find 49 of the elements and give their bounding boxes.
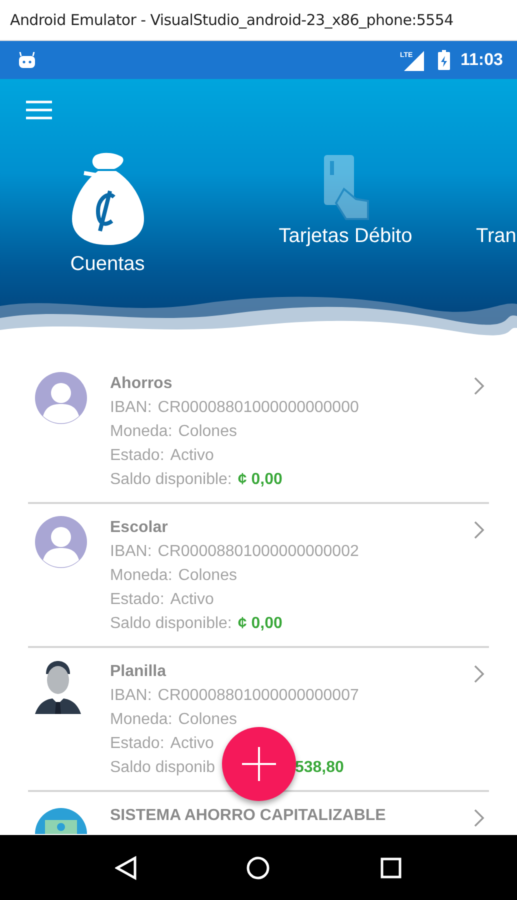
account-name: Escolar	[110, 518, 168, 538]
field-label: Saldo disponible:	[110, 470, 232, 490]
tab-label: Cuentas	[70, 253, 145, 276]
account-name: Planilla	[110, 662, 166, 682]
field-label: Moneda:	[110, 422, 172, 442]
iban-value: CR00008801000000000002	[158, 542, 359, 562]
money-bag-icon	[70, 151, 146, 247]
balance-amount: 538,80	[294, 758, 344, 778]
chevron-right-icon[interactable]	[473, 376, 485, 396]
chevron-right-icon[interactable]	[473, 520, 485, 540]
card-in-hand-icon	[322, 153, 370, 221]
balance-amount: ¢ 0,00	[238, 470, 282, 490]
businessman-icon	[35, 660, 81, 716]
chevron-right-icon[interactable]	[473, 808, 485, 828]
chevron-right-icon[interactable]	[473, 664, 485, 684]
iban-value: CR00008801000000000000	[158, 398, 359, 418]
balance-amount: ¢ 0,00	[238, 614, 282, 634]
avatar-icon	[35, 372, 87, 424]
currency-value: Colones	[178, 566, 237, 586]
iban-value: CR00008801000000000007	[158, 686, 359, 706]
account-name: SISTEMA AHORRO CAPITALIZABLE	[110, 806, 386, 826]
field-label: IBAN:	[110, 542, 152, 562]
currency-value: Colones	[178, 422, 237, 442]
tab-label: Tran	[476, 225, 516, 248]
field-label: Saldo disponible:	[110, 614, 232, 634]
add-button[interactable]	[222, 727, 296, 801]
android-icon	[18, 52, 36, 68]
field-label: Estado:	[110, 734, 164, 754]
avatar-icon	[35, 516, 87, 568]
field-label: Estado:	[110, 590, 164, 610]
currency-value: Colones	[178, 710, 237, 730]
account-name: Ahorros	[110, 374, 172, 394]
window-title: Android Emulator - VisualStudio_android-23_x86_phone:5554	[10, 11, 454, 29]
field-label: Estado:	[110, 446, 164, 466]
status-value: Activo	[170, 734, 214, 754]
status-value: Activo	[170, 590, 214, 610]
clock-time: 11:03	[460, 50, 503, 70]
field-label: Moneda:	[110, 566, 172, 586]
field-label: Moneda:	[110, 710, 172, 730]
plus-icon	[242, 747, 276, 781]
status-value: Activo	[170, 446, 214, 466]
category-tab[interactable]: Tran	[476, 151, 516, 248]
tab-label: Tarjetas Débito	[278, 225, 412, 248]
category-tab[interactable]: Cuentas	[0, 151, 215, 276]
category-tab[interactable]: Tarjetas Débito	[215, 151, 476, 248]
field-label: Saldo disponib	[110, 758, 215, 778]
field-label: IBAN:	[110, 398, 152, 418]
battery-icon	[438, 50, 450, 70]
field-label: IBAN:	[110, 686, 152, 706]
